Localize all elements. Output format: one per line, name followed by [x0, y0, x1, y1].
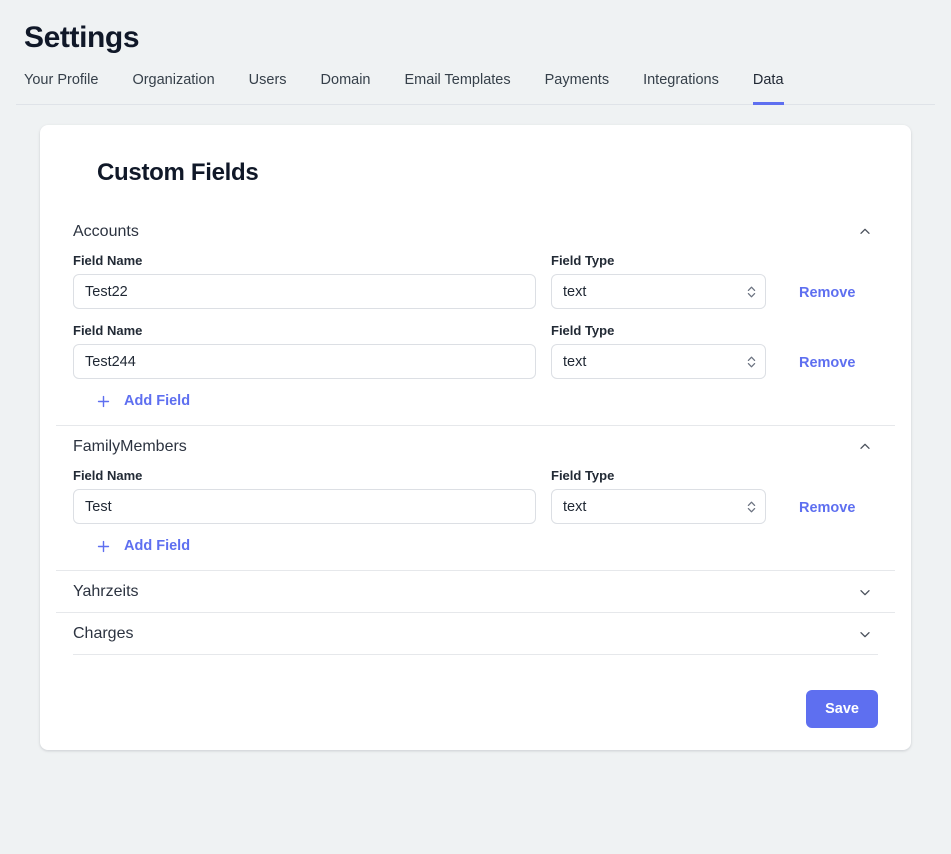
chevron-down-icon[interactable]: [857, 584, 873, 600]
section-header-yahrzeits[interactable]: Yahrzeits: [73, 571, 878, 612]
add-field-button[interactable]: Add Field: [95, 537, 190, 556]
chevron-up-icon[interactable]: [857, 439, 873, 455]
settings-tablist: Your Profile Organization Users Domain Email…: [24, 72, 927, 105]
field-type-select[interactable]: text: [551, 489, 766, 524]
field-type-label: Field Type: [551, 252, 766, 269]
field-type-label: Field Type: [551, 322, 766, 339]
section-familymembers: FamilyMembers Field Name Field Type text Rem…: [56, 425, 895, 556]
field-name-input[interactable]: [73, 489, 536, 524]
remove-field-button[interactable]: Remove: [799, 500, 855, 516]
field-type-select-wrap: text: [551, 489, 766, 524]
tab-email-templates[interactable]: Email Templates: [405, 71, 511, 105]
card-footer: Save: [73, 654, 878, 728]
section-inner: Yahrzeits: [56, 571, 895, 612]
field-type-select[interactable]: text: [551, 344, 766, 379]
field-row: Field Name Field Type text Remove: [73, 467, 878, 524]
field-type-group: Field Type text: [551, 322, 766, 379]
section-name: FamilyMembers: [73, 436, 187, 458]
section-name: Accounts: [73, 221, 139, 243]
section-inner: AccountsField NameField TypetextRemoveFi…: [56, 211, 895, 411]
field-name-group: Field Name: [73, 322, 536, 379]
tab-integrations[interactable]: Integrations: [643, 71, 719, 105]
tab-your-profile[interactable]: Your Profile: [24, 71, 98, 105]
section-charges: Charges: [56, 612, 895, 654]
field-row: Field Name Field Type text Remove: [73, 252, 878, 309]
field-name-label: Field Name: [73, 467, 536, 484]
settings-page: Settings Your Profile Organization Users Do…: [0, 0, 951, 750]
section-yahrzeits: Yahrzeits: [56, 570, 895, 612]
field-name-group: Field Name: [73, 252, 536, 309]
field-type-label: Field Type: [551, 467, 766, 484]
field-type-select[interactable]: text: [551, 274, 766, 309]
tab-payments[interactable]: Payments: [545, 71, 609, 105]
section-name: Yahrzeits: [73, 581, 139, 603]
field-type-group: Field Type text: [551, 467, 766, 524]
section-header-accounts[interactable]: Accounts: [73, 211, 878, 252]
remove-field-button[interactable]: Remove: [799, 285, 855, 301]
add-field-label: Add Field: [124, 392, 190, 411]
field-name-group: Field Name: [73, 467, 536, 524]
tab-users[interactable]: Users: [249, 71, 287, 105]
tab-domain[interactable]: Domain: [321, 71, 371, 105]
section-inner: FamilyMembers Field Name Field Type text Rem…: [56, 426, 895, 556]
section-header-charges[interactable]: Charges: [73, 613, 878, 654]
add-field-label: Add Field: [124, 537, 190, 556]
field-name-label: Field Name: [73, 322, 536, 339]
field-name-input[interactable]: [73, 274, 536, 309]
card-title: Custom Fields: [97, 157, 895, 189]
save-button[interactable]: Save: [806, 690, 878, 728]
custom-field-sections: AccountsField NameField TypetextRemoveFi…: [56, 211, 895, 654]
tab-data[interactable]: Data: [753, 71, 784, 105]
section-inner: Charges: [56, 613, 895, 654]
page-title: Settings: [24, 18, 927, 58]
section-header-familymembers[interactable]: FamilyMembers: [73, 426, 878, 467]
chevron-down-icon[interactable]: [857, 626, 873, 642]
plus-icon: [95, 393, 112, 410]
tab-organization[interactable]: Organization: [132, 71, 214, 105]
section-accounts: AccountsField NameField TypetextRemoveFi…: [56, 211, 895, 411]
field-type-select-wrap: text: [551, 274, 766, 309]
field-type-group: Field Type text: [551, 252, 766, 309]
plus-icon: [95, 538, 112, 555]
remove-field-button[interactable]: Remove: [799, 355, 855, 371]
field-row: Field Name Field Type text Remove: [73, 322, 878, 379]
page-header: Settings: [0, 0, 951, 58]
custom-fields-card: Custom Fields Accounts Field Name Field Ty…: [40, 125, 911, 750]
field-name-label: Field Name: [73, 252, 536, 269]
field-type-select-wrap: text: [551, 344, 766, 379]
add-field-button[interactable]: Add Field: [95, 392, 190, 411]
section-name: Charges: [73, 623, 133, 645]
field-name-input[interactable]: [73, 344, 536, 379]
chevron-up-icon[interactable]: [857, 224, 873, 240]
tabs-container: Your Profile Organization Users Domain Email…: [0, 72, 951, 105]
